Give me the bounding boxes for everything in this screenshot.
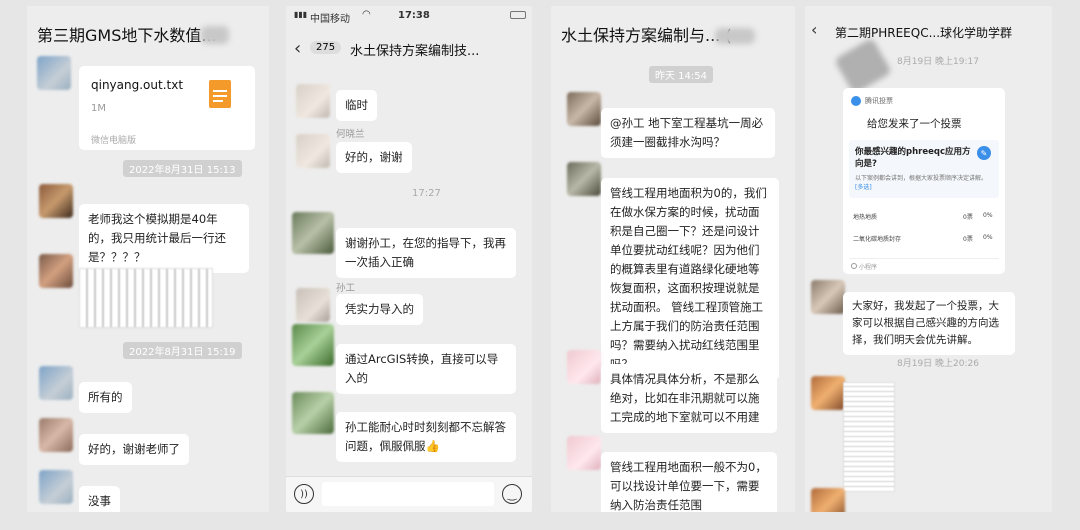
input-bar: )) ‿ xyxy=(286,476,532,512)
timestamp: 8月19日 晚上19:17 xyxy=(897,57,979,67)
avatar xyxy=(39,366,73,400)
chat-message: 所有的 xyxy=(79,382,132,413)
chat-title: 第三期GMS地下水数值... xyxy=(27,6,269,54)
chat-panel-soil-plan: 水土保持方案编制与... ( 昨天 14:54 @孙工 地下室工程基坑一周必须建… xyxy=(551,6,795,512)
vote-option-label: 二氧化碳地质封存 xyxy=(853,236,902,243)
message-input[interactable] xyxy=(322,482,494,506)
vote-box: 你最感兴趣的phreeqc应用方向是? ✎ 以下案例都会讲到，根据大家投票顺序决… xyxy=(849,140,999,198)
chat-title-text: 水土保持方案编制与... xyxy=(561,26,721,45)
timestamp: 8月19日 晚上20:26 xyxy=(897,359,979,369)
vote-desc-text: 以下案例都会讲到，根据大家投票顺序决定讲解。 xyxy=(855,175,988,182)
timestamp: 2022年8月31日 15:19 xyxy=(123,342,242,359)
avatar xyxy=(292,212,334,254)
divider xyxy=(849,258,999,259)
chat-message: 临时 xyxy=(336,90,377,121)
vote-app-icon xyxy=(851,96,861,106)
clock: 17:38 xyxy=(398,10,430,21)
sender-name: 孙工 xyxy=(336,283,356,294)
header: ‹ 275 水土保持方案编制技... xyxy=(286,32,532,66)
avatar xyxy=(37,56,71,90)
file-message[interactable]: qinyang.out.txt 1M 微信电脑版 xyxy=(79,66,255,150)
header: ‹ 第二期PHREEQC...球化学助学群 xyxy=(805,6,1052,46)
avatar xyxy=(296,84,330,118)
voice-icon[interactable]: )) xyxy=(294,484,314,504)
back-icon[interactable]: ‹ xyxy=(294,38,301,59)
timestamp: 2022年8月31日 15:13 xyxy=(123,160,242,177)
avatar xyxy=(567,350,601,384)
avatar xyxy=(811,376,845,410)
document-icon xyxy=(209,80,231,108)
back-icon[interactable]: ‹ xyxy=(811,20,817,39)
vote-option: 地热地质 0票 0% xyxy=(849,208,999,224)
timestamp: 昨天 14:54 xyxy=(649,66,713,83)
timestamp: 17:27 xyxy=(412,188,441,199)
chat-title: 第二期PHREEQC...球化学助学群 xyxy=(835,26,1013,40)
mini-program-label: 小程序 xyxy=(851,262,877,271)
avatar xyxy=(567,162,601,196)
avatar xyxy=(39,184,73,218)
battery-icon xyxy=(510,11,526,19)
title-blur xyxy=(715,28,755,44)
chat-message: 大家好，我发起了一个投票，大家可以根据自己感兴趣的方向选择，我们明天会优先讲解。 xyxy=(843,292,1015,355)
chat-message: 孙工能耐心时时刻刻都不忘解答问题，佩服佩服👍 xyxy=(336,412,516,462)
chat-panel-gms: 第三期GMS地下水数值... qinyang.out.txt 1M 微信电脑版 … xyxy=(27,6,269,512)
status-bar: ▮▮▮ 中国移动 ◠ 17:38 xyxy=(286,6,532,28)
chat-title: 水土保持方案编制与... ( xyxy=(551,6,795,54)
emoji-icon[interactable]: ‿ xyxy=(502,484,522,504)
chat-message: 好的，谢谢 xyxy=(336,142,412,173)
vote-option-count: 0票 xyxy=(963,214,973,221)
chat-message: 通过ArcGIS转换，直接可以导入的 xyxy=(336,344,516,394)
chat-panel-soil: ▮▮▮ 中国移动 ◠ 17:38 ‹ 275 水土保持方案编制技... 临时 何… xyxy=(286,6,532,512)
chat-message: @孙工 地下室工程基坑一周必须建一圈截排水沟吗？ xyxy=(601,108,775,158)
vote-option-pct: 0% xyxy=(983,212,993,219)
avatar xyxy=(39,418,73,452)
avatar xyxy=(567,92,601,126)
avatar xyxy=(567,436,601,470)
image-message[interactable] xyxy=(79,268,213,328)
chat-message: 没事 xyxy=(79,486,120,512)
title-blur xyxy=(201,26,229,44)
vote-intro: 给您发来了一个投票 xyxy=(867,118,962,130)
carrier: 中国移动 xyxy=(310,14,350,25)
unread-count[interactable]: 275 xyxy=(310,41,342,54)
vote-question: 你最感兴趣的phreeqc应用方向是? xyxy=(855,147,971,169)
chat-title: 水土保持方案编制技... xyxy=(350,44,480,59)
chat-message: 管线工程用地面积一般不为0，可以找设计单位要一下，需要纳入防治责任范围 xyxy=(601,452,777,512)
avatar xyxy=(296,288,330,322)
mini-program-icon xyxy=(851,263,857,269)
avatar xyxy=(811,488,845,512)
vote-app-name: 腾讯投票 xyxy=(865,97,893,105)
chat-message: 老师我这个模拟期是40年的，我只用统计最后一行还是？？？？ xyxy=(79,204,249,273)
vote-option-label: 地热地质 xyxy=(853,214,878,221)
chat-panel-phreeqc: ‹ 第二期PHREEQC...球化学助学群 8月19日 晚上19:17 腾讯投票… xyxy=(805,6,1052,512)
avatar xyxy=(296,134,330,168)
wifi-icon: ◠ xyxy=(362,9,371,20)
vote-option-count: 0票 xyxy=(963,236,973,243)
chat-message: 凭实力导入的 xyxy=(336,294,423,325)
vote-more: [多选] xyxy=(855,184,872,191)
vote-desc: 以下案例都会讲到，根据大家投票顺序决定讲解。 [多选] xyxy=(855,174,993,192)
edit-icon: ✎ xyxy=(977,146,991,160)
chat-message: 具体情况具体分析，不是那么绝对，比如在非汛期就可以施工完成的地下室就可以不用建 xyxy=(601,364,777,433)
avatar xyxy=(39,254,73,288)
signal-icon: ▮▮▮ xyxy=(294,10,308,19)
avatar xyxy=(39,470,73,504)
avatar xyxy=(292,324,334,366)
chat-message: 好的，谢谢老师了 xyxy=(79,434,189,465)
mini-program-text: 小程序 xyxy=(859,264,878,271)
sender-name: 何晓兰 xyxy=(336,129,365,140)
avatar xyxy=(292,392,334,434)
vote-option: 二氧化碳地质封存 0票 0% xyxy=(849,230,999,246)
chat-message: 管线工程用地面积为0的，我们在做水保方案的时候，扰动面积是自己圈一下？还是问设计… xyxy=(601,178,779,380)
avatar xyxy=(811,280,845,314)
chat-message: 谢谢孙工，在您的指导下，我再一次插入正确 xyxy=(336,228,516,278)
vote-option-pct: 0% xyxy=(983,234,993,241)
file-source: 微信电脑版 xyxy=(91,136,137,146)
image-message[interactable] xyxy=(843,382,895,492)
vote-card[interactable]: 腾讯投票 给您发来了一个投票 你最感兴趣的phreeqc应用方向是? ✎ 以下案… xyxy=(843,88,1005,274)
avatar-blur xyxy=(833,37,893,95)
